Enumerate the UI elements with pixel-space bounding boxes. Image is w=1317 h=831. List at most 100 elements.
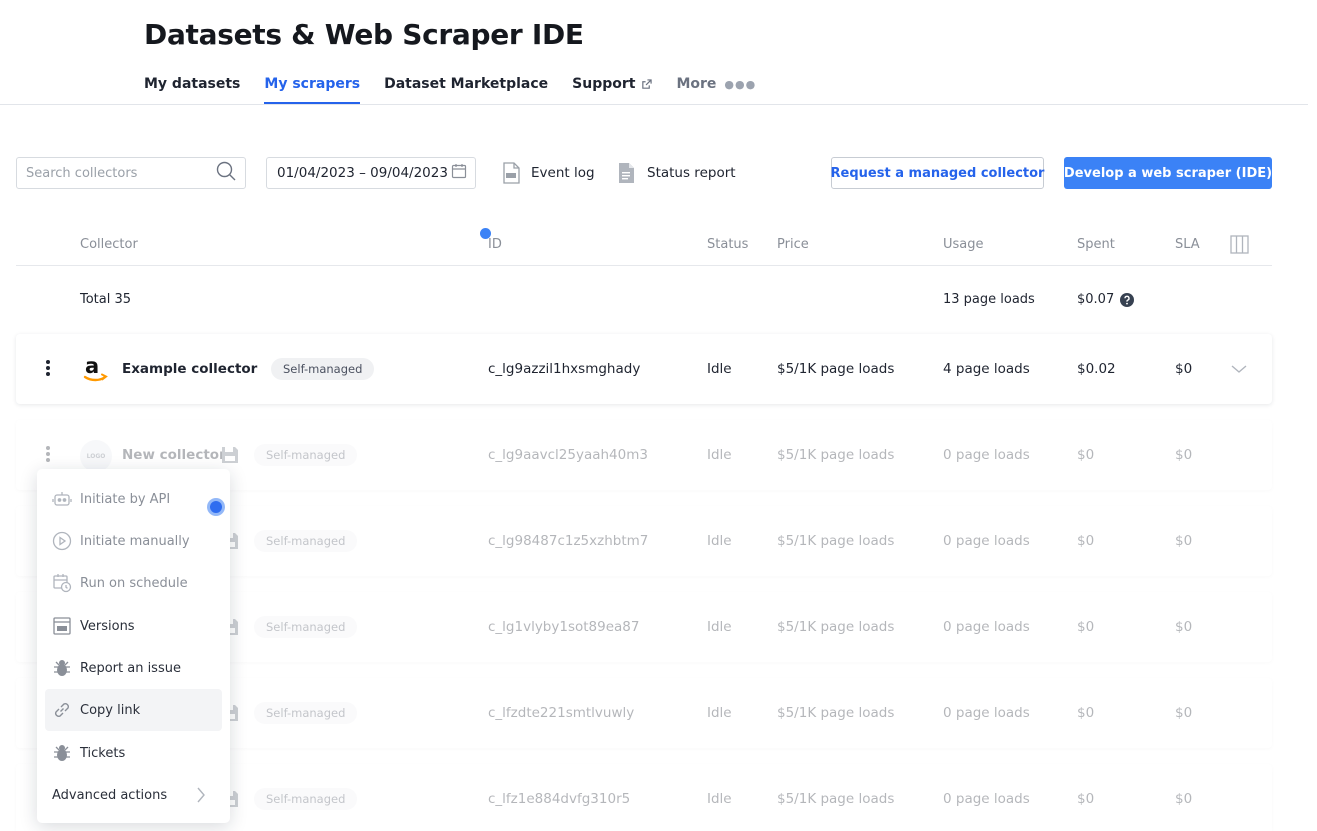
row-actions-kebab[interactable] (42, 359, 54, 379)
status-report-button[interactable]: Status report (617, 160, 736, 186)
menu-item-label: Versions (80, 618, 135, 634)
menu-item-initiate-by-api[interactable]: Initiate by API (45, 478, 225, 520)
develop-web-scraper-button[interactable]: Develop a web scraper (IDE) (1064, 157, 1272, 189)
tab-label: My scrapers (264, 76, 361, 92)
more-dots-icon: ●●● (724, 78, 757, 91)
collector-sla: $0 (1175, 619, 1193, 635)
collector-sla: $0 (1175, 361, 1193, 377)
menu-item-label: Copy link (80, 702, 141, 718)
collector-spent: $0 (1077, 619, 1095, 635)
column-header-status[interactable]: Status (707, 237, 748, 252)
chevron-down-icon[interactable] (1231, 361, 1247, 381)
collector-price: $5/1K page loads (777, 361, 895, 377)
collector-id: c_lfzdte221smtlvuwly (488, 705, 635, 721)
columns-settings-icon[interactable] (1230, 235, 1249, 258)
collector-name[interactable]: Example collector (122, 334, 257, 404)
event-log-button[interactable]: Event log (501, 160, 595, 186)
menu-item-run-on-schedule[interactable]: Run on schedule (45, 562, 222, 604)
total-label: Total 35 (80, 292, 132, 307)
request-managed-collector-button[interactable]: Request a managed collector (831, 157, 1044, 189)
tab-label: Dataset Marketplace (384, 76, 549, 92)
collector-sla: $0 (1175, 791, 1193, 807)
collector-status: Idle (707, 791, 732, 807)
collector-spent: $0 (1077, 447, 1095, 463)
menu-item-label: Report an issue (80, 660, 181, 676)
placeholder-logo: LOGO (80, 440, 112, 472)
collector-id: c_lfz1e884dvfg310r5 (488, 791, 631, 807)
date-range-picker[interactable]: 01/04/2023 – 09/04/2023 (266, 157, 476, 189)
collector-status: Idle (707, 361, 732, 377)
tab-more[interactable]: More ●●● (676, 76, 756, 104)
table-header-divider (16, 265, 1272, 266)
menu-item-label: Run on schedule (80, 575, 188, 591)
amazon-logo-icon: a (82, 354, 110, 385)
page-title: Datasets & Web Scraper IDE (144, 18, 584, 51)
external-link-icon (641, 78, 653, 94)
column-header-sla[interactable]: SLA (1175, 237, 1200, 252)
self-managed-badge: Self-managed (254, 788, 358, 810)
collector-usage: 0 page loads (943, 533, 1030, 549)
menu-item-report-an-issue[interactable]: Report an issue (45, 647, 222, 689)
search-input[interactable] (26, 165, 216, 181)
collector-price: $5/1K page loads (777, 619, 895, 635)
collector-status: Idle (707, 533, 732, 549)
self-managed-badge: Self-managed (254, 702, 358, 724)
tab-dataset-marketplace[interactable]: Dataset Marketplace (384, 76, 548, 104)
menu-item-label: Advanced actions (52, 787, 168, 803)
collector-spent: $0.02 (1077, 361, 1116, 377)
bug-icon (52, 658, 72, 678)
column-header-collector[interactable]: Collector (80, 237, 138, 252)
collector-id: c_lg9aavcl25yaah40m3 (488, 447, 648, 463)
collector-price: $5/1K page loads (777, 791, 895, 807)
row-actions-kebab[interactable] (42, 445, 54, 465)
calendar-icon (451, 163, 467, 183)
collector-spent: $0 (1077, 791, 1095, 807)
collector-usage: 0 page loads (943, 705, 1030, 721)
help-icon[interactable] (1120, 292, 1134, 311)
collector-usage: 0 page loads (943, 447, 1030, 463)
self-managed-badge: Self-managed (254, 444, 358, 466)
total-usage: 13 page loads (943, 292, 1035, 307)
menu-item-initiate-manually[interactable]: Initiate manually (45, 520, 222, 562)
collector-spent: $0 (1077, 533, 1095, 549)
collector-spent: $0 (1077, 705, 1095, 721)
status-report-icon (619, 163, 634, 183)
search-icon[interactable] (216, 161, 236, 185)
menu-item-label: Tickets (80, 745, 126, 761)
collector-usage: 0 page loads (943, 619, 1030, 635)
collector-price: $5/1K page loads (777, 705, 895, 721)
tabs-divider (0, 104, 1308, 105)
tab-my-scrapers[interactable]: My scrapers (264, 76, 360, 104)
column-header-price[interactable]: Price (777, 237, 809, 252)
collector-id: c_lg98487c1z5xzhbtm7 (488, 533, 649, 549)
api-indicator-dot (207, 498, 225, 516)
tab-support[interactable]: Support (572, 76, 653, 104)
collector-usage: 0 page loads (943, 791, 1030, 807)
collector-price: $5/1K page loads (777, 447, 895, 463)
tab-label: My datasets (144, 76, 241, 92)
self-managed-badge: Self-managed (254, 530, 358, 552)
calendar-clock-icon (52, 573, 72, 593)
chevron-right-icon (196, 787, 206, 807)
tab-my-datasets[interactable]: My datasets (144, 76, 240, 104)
collector-sla: $0 (1175, 705, 1193, 721)
collector-sla: $0 (1175, 533, 1193, 549)
menu-item-tickets[interactable]: Tickets (45, 732, 222, 774)
event-log-label: Event log (531, 165, 595, 181)
menu-item-label: Initiate manually (80, 533, 190, 549)
table-row[interactable]: a Example collector Self-managed c_lg9az… (16, 334, 1272, 404)
play-circle-icon (52, 531, 72, 551)
save-icon (221, 446, 239, 468)
menu-item-versions[interactable]: Versions (45, 605, 222, 647)
total-spent: $0.07 (1077, 292, 1115, 307)
link-icon (52, 700, 72, 720)
menu-item-copy-link[interactable]: Copy link (45, 689, 222, 731)
status-report-label: Status report (647, 165, 736, 181)
collector-status: Idle (707, 447, 732, 463)
menu-item-advanced-actions[interactable]: Advanced actions (45, 774, 222, 816)
column-header-id[interactable]: ID (488, 237, 502, 252)
tab-label: Support (572, 76, 636, 92)
self-managed-badge: Self-managed (271, 358, 375, 380)
column-header-usage[interactable]: Usage (943, 237, 984, 252)
column-header-spent[interactable]: Spent (1077, 237, 1115, 252)
